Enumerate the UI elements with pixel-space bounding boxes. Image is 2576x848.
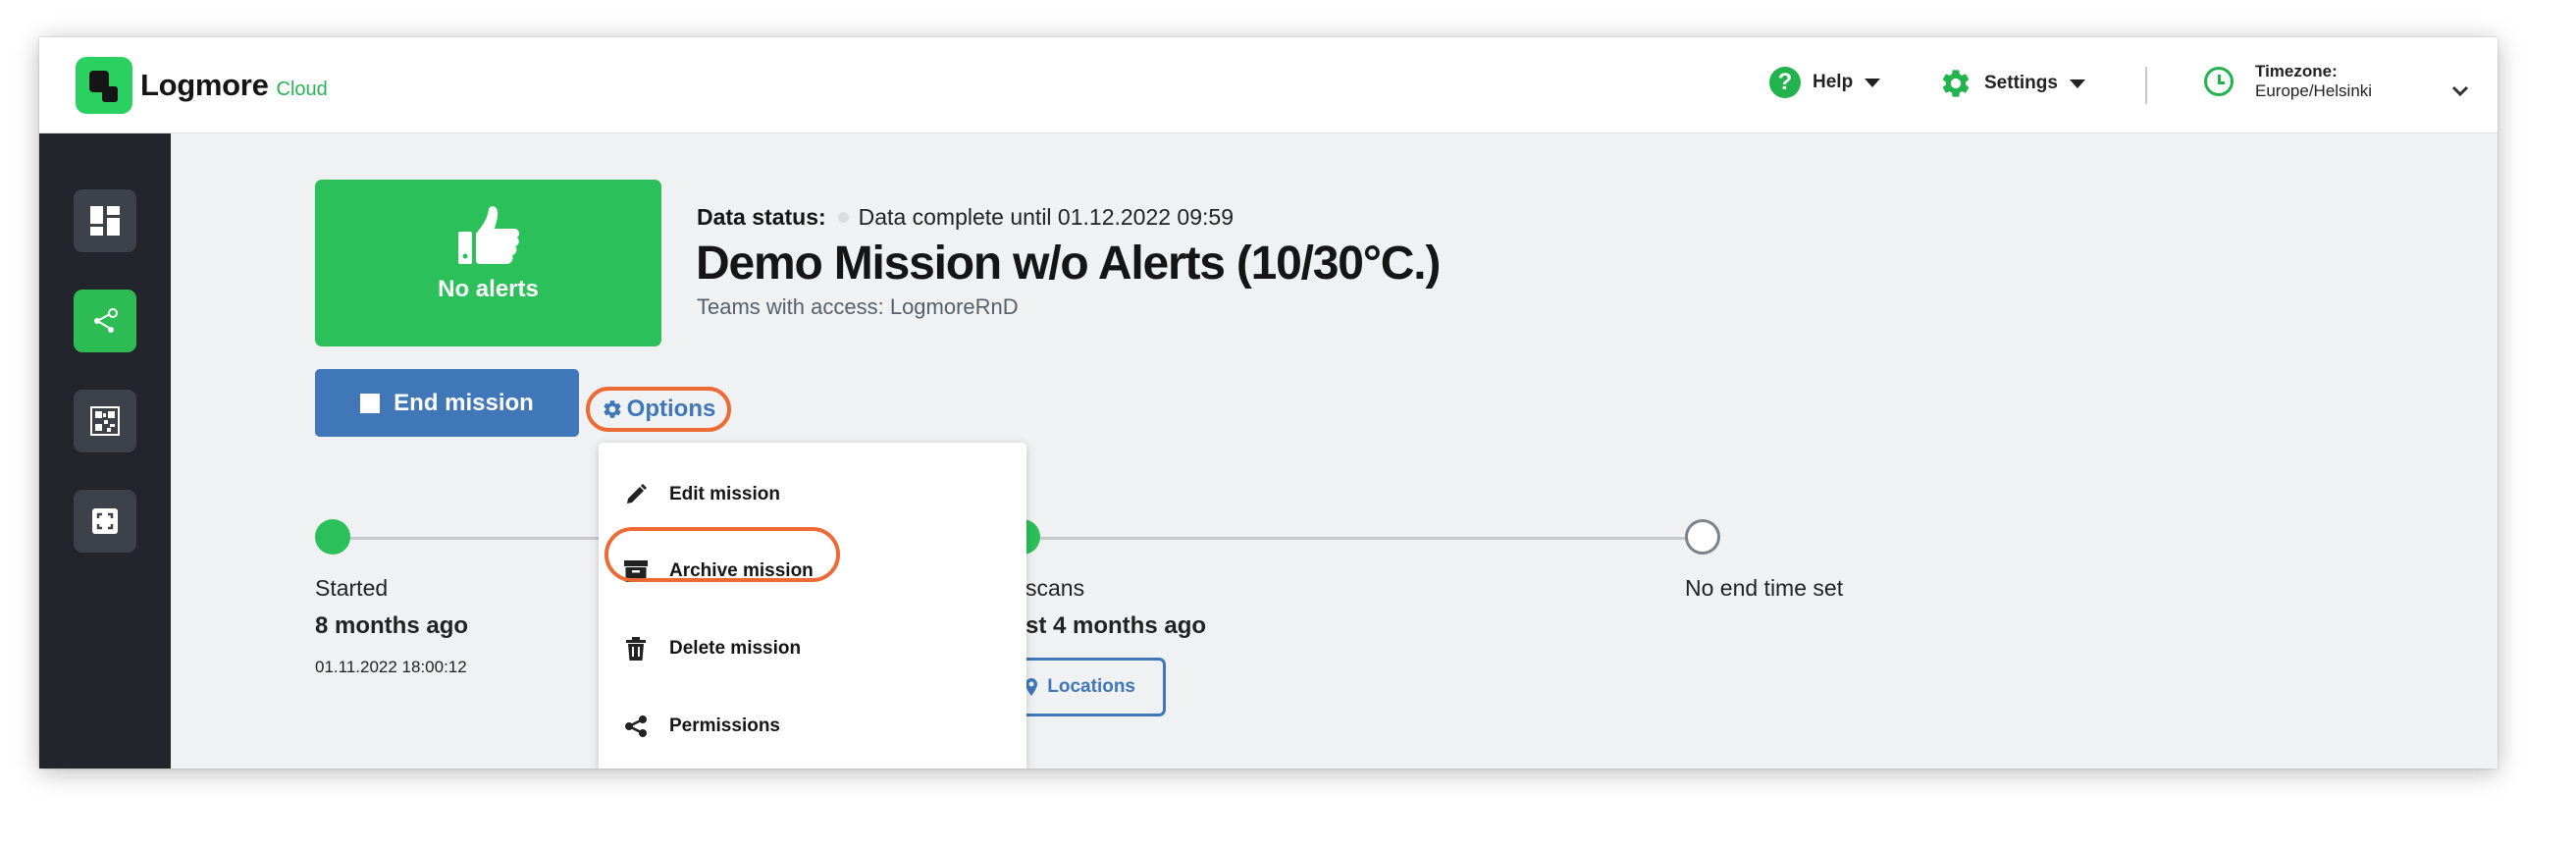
options-label: Options: [626, 396, 716, 422]
archive-icon: [623, 558, 649, 584]
teams-access: Teams with access: LogmoreRnD: [697, 294, 1019, 319]
started-label: Started: [315, 575, 389, 601]
menu-item-permissions[interactable]: Permissions: [599, 697, 1026, 756]
status-dot-icon: [837, 212, 849, 223]
page-title: Demo Mission w/o Alerts (10/30°C.): [696, 238, 1441, 290]
menu-item-archive-mission[interactable]: Archive mission: [599, 542, 1026, 601]
header-divider: [2145, 67, 2147, 104]
menu-item-edit-mission[interactable]: Edit mission: [599, 465, 1026, 524]
locations-label: Locations: [1047, 676, 1135, 697]
alert-status-label: No alerts: [438, 276, 539, 302]
timezone-selector[interactable]: Timezone: Europe/Helsinki: [2204, 62, 2372, 101]
gear-icon: [1939, 67, 1972, 100]
sidebar: [39, 133, 171, 768]
map-pin-icon: [1025, 678, 1038, 696]
share-icon: [623, 714, 649, 739]
help-menu[interactable]: ? Help: [1769, 67, 1881, 98]
share-icon: [94, 308, 118, 333]
menu-item-label: Permissions: [669, 716, 780, 736]
options-button[interactable]: Options: [586, 387, 731, 432]
sidebar-item-scan[interactable]: [74, 490, 136, 553]
brand-name: Logmore: [140, 68, 269, 102]
trash-icon: [623, 636, 649, 662]
stop-icon: [360, 393, 381, 413]
timezone-label: Timezone:: [2255, 62, 2338, 80]
qr-code-icon: [90, 406, 120, 436]
end-mission-label: End mission: [394, 389, 534, 416]
sidebar-item-tags[interactable]: [74, 390, 136, 452]
cog-icon: [604, 400, 621, 418]
logo[interactable]: Logmore Cloud: [76, 57, 328, 114]
chevron-down-icon[interactable]: [2451, 84, 2469, 102]
timeline-end-dot: [1685, 519, 1720, 555]
timeline-start-dot: [315, 519, 350, 555]
settings-menu[interactable]: Settings: [1939, 67, 2085, 100]
started-relative: 8 months ago: [315, 612, 469, 639]
dashboard-icon: [90, 206, 120, 236]
brand-sub: Cloud: [276, 78, 328, 100]
app-window: Logmore Cloud ? Help Settings Timezone: …: [39, 37, 2497, 768]
data-status: Data status: Data complete until 01.12.2…: [697, 204, 1234, 231]
scan-icon: [92, 508, 118, 534]
thumbs-up-icon: [457, 206, 519, 264]
menu-item-label: Archive mission: [669, 560, 814, 581]
caret-down-icon: [1865, 78, 1881, 87]
scans-relative: st 4 months ago: [1025, 612, 1207, 639]
data-status-value: Data complete until 01.12.2022 09:59: [858, 204, 1234, 230]
options-dropdown-menu: Edit mission Archive mission Delete miss…: [599, 443, 1026, 768]
data-status-key: Data status:: [697, 204, 826, 230]
sidebar-item-missions[interactable]: [74, 290, 136, 352]
timeline-line: [1021, 537, 1703, 540]
menu-item-label: Edit mission: [669, 484, 780, 504]
scans-label: scans: [1025, 575, 1085, 601]
pencil-icon: [623, 482, 649, 507]
menu-item-label: Delete mission: [669, 638, 802, 659]
alert-status-card: No alerts: [315, 180, 661, 346]
timezone-value: Europe/Helsinki: [2255, 81, 2373, 100]
started-timestamp: 01.11.2022 18:00:12: [315, 658, 467, 676]
end-time-label: No end time set: [1685, 575, 1844, 601]
end-mission-button[interactable]: End mission: [315, 369, 579, 437]
menu-item-delete-mission[interactable]: Delete mission: [599, 619, 1026, 678]
help-icon: ?: [1769, 67, 1801, 98]
logmore-logo-icon: [76, 57, 132, 114]
sidebar-item-dashboard[interactable]: [74, 189, 136, 252]
caret-down-icon: [2069, 79, 2085, 88]
top-bar: Logmore Cloud ? Help Settings Timezone: …: [39, 37, 2497, 133]
settings-label: Settings: [1984, 73, 2058, 93]
clock-icon: [2204, 67, 2234, 96]
help-label: Help: [1813, 72, 1854, 92]
